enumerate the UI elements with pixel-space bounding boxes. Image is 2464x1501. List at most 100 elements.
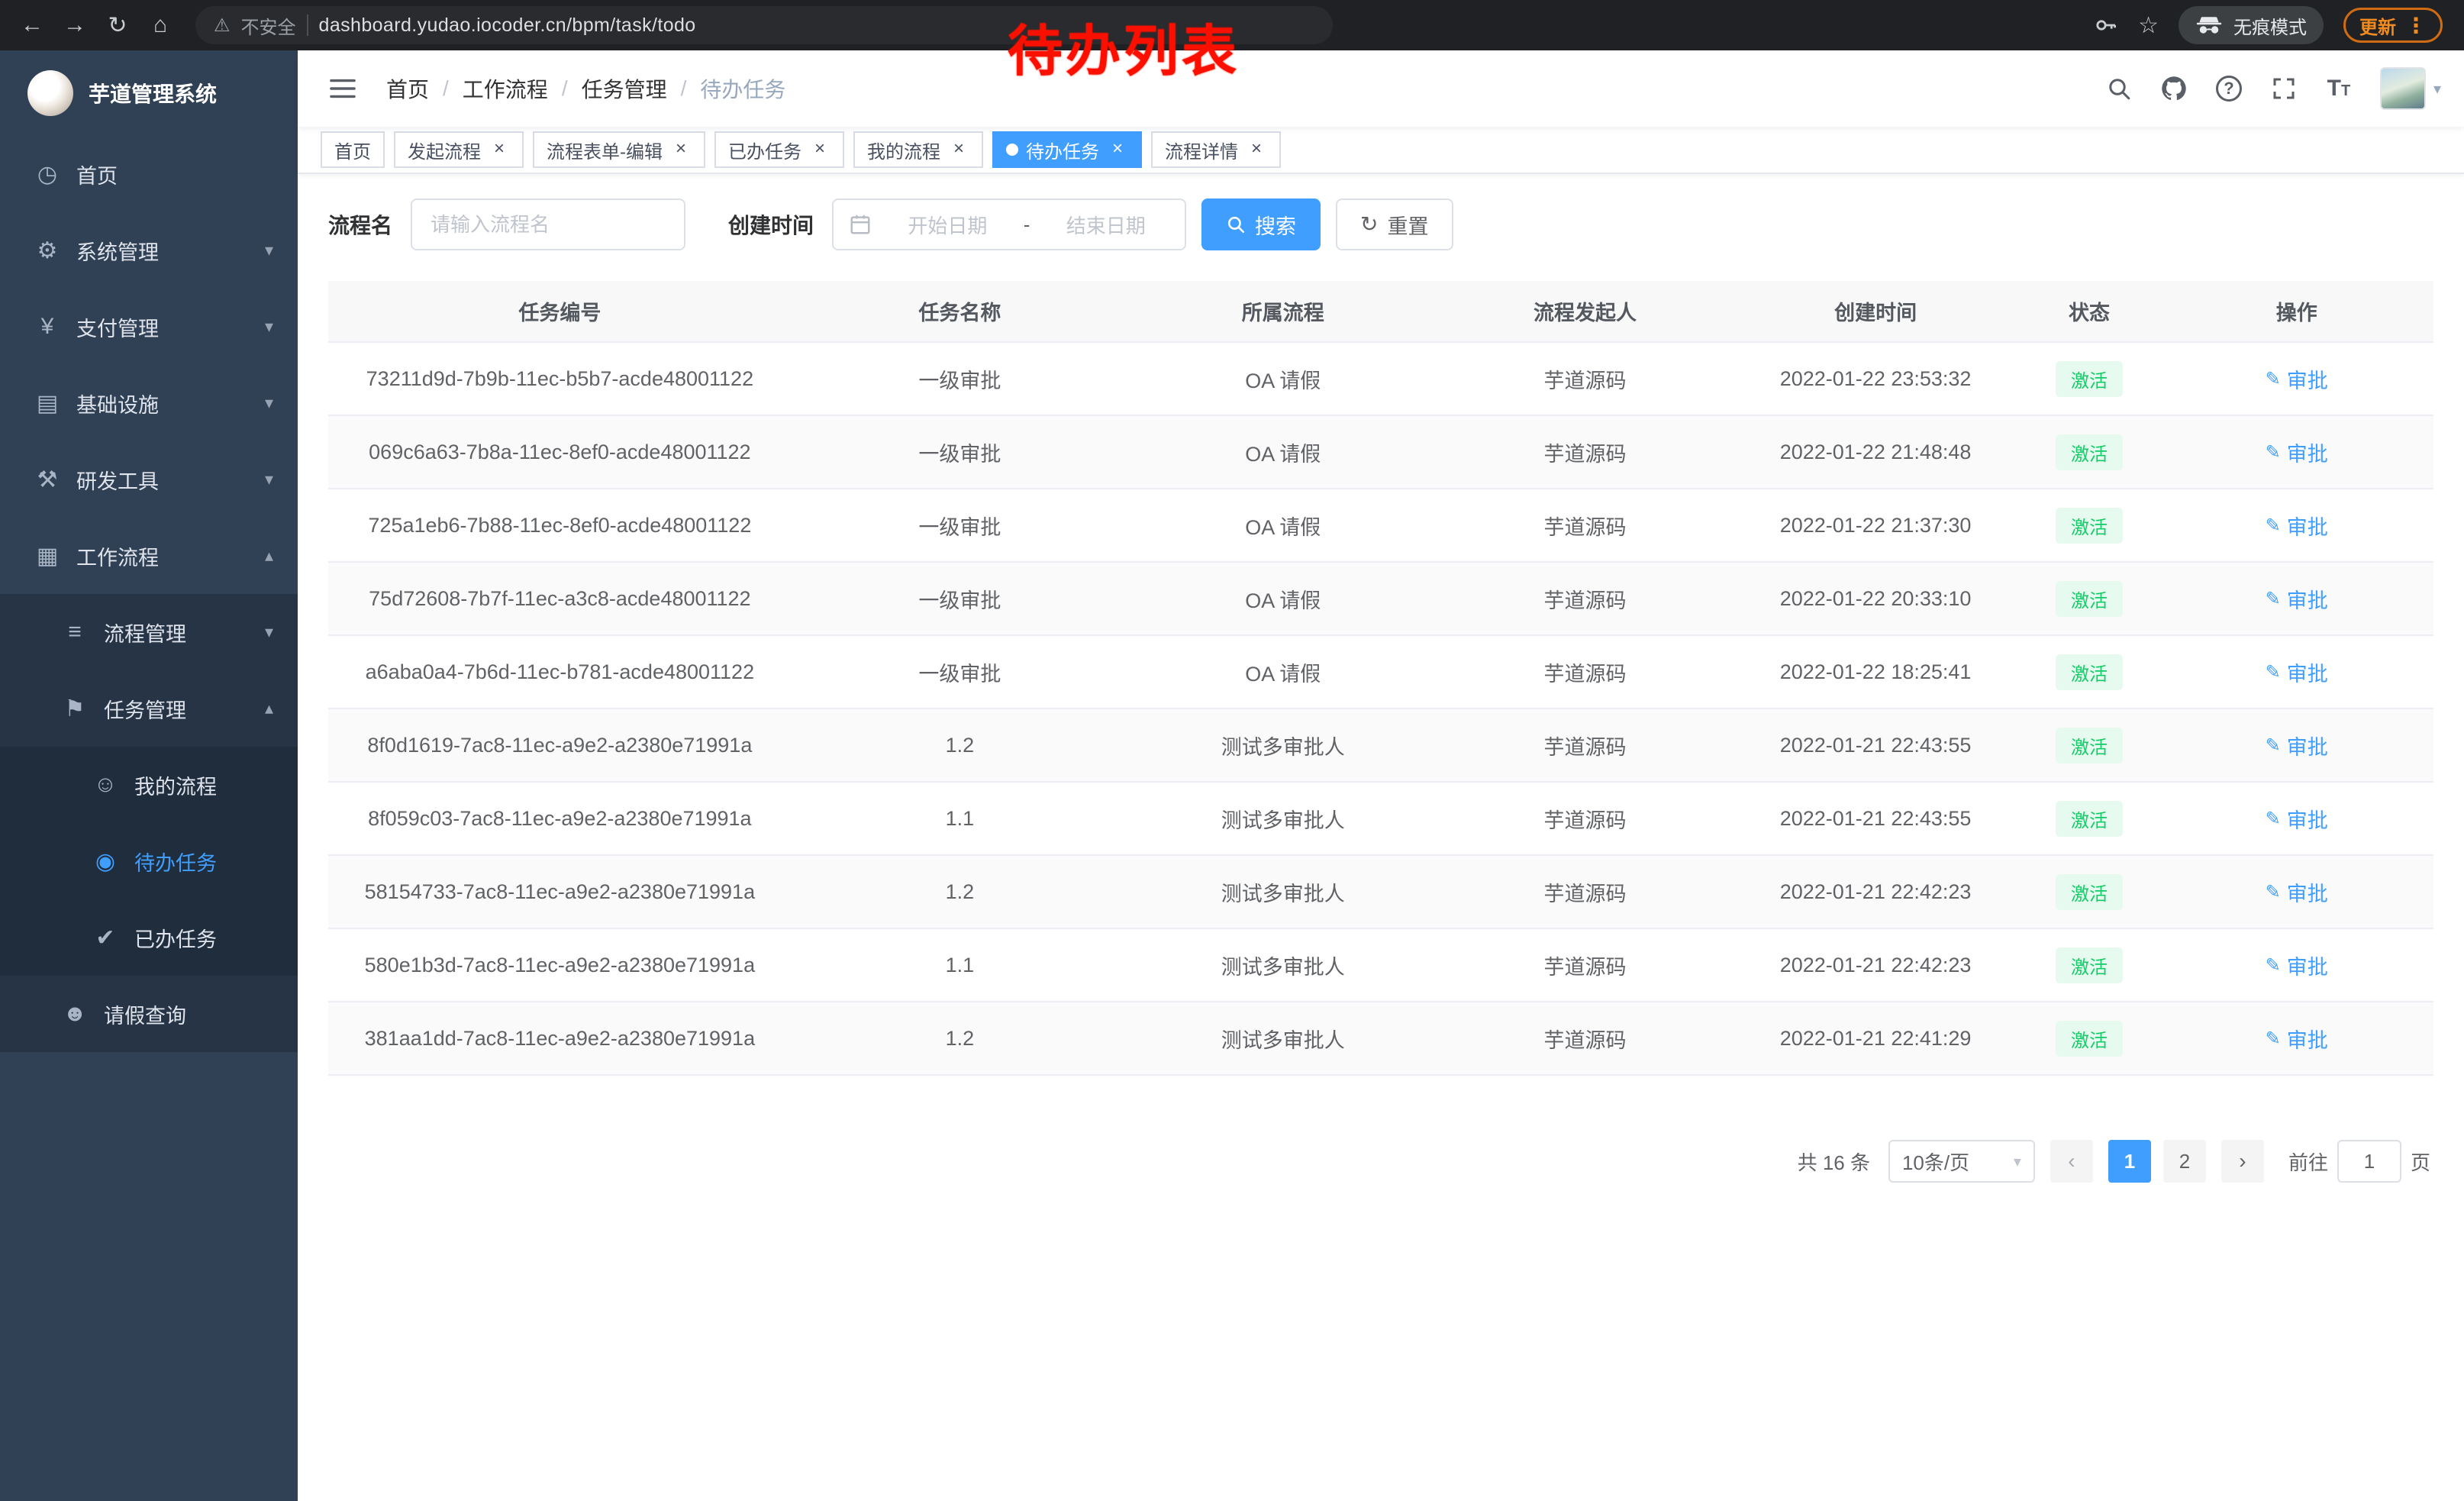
cell-name: 1.1 <box>792 782 1128 855</box>
column-header: 任务编号 <box>328 281 792 342</box>
approve-link[interactable]: ✎审批 <box>2266 1024 2328 1054</box>
tag-item[interactable]: 首页 <box>321 131 385 168</box>
sidebar-item-infra[interactable]: ▤基础设施▾ <box>0 365 298 441</box>
sidebar-item-workflow[interactable]: ▦工作流程▴ <box>0 518 298 594</box>
goto-suffix: 页 <box>2411 1148 2430 1176</box>
sidebar-item-home[interactable]: ◷首页 <box>0 136 298 212</box>
cell-action: ✎审批 <box>2159 709 2433 782</box>
cell-id: 8f059c03-7ac8-11ec-a9e2-a2380e71991a <box>328 782 792 855</box>
sidebar-item-payment[interactable]: ¥支付管理▾ <box>0 289 298 365</box>
sidebar-item-task-mgmt[interactable]: ⚑任务管理▴ <box>0 670 298 747</box>
cell-name: 一级审批 <box>792 489 1128 562</box>
chevron-down-icon: ▾ <box>265 393 273 413</box>
approve-link[interactable]: ✎审批 <box>2266 731 2328 760</box>
close-icon[interactable]: × <box>1246 139 1267 160</box>
approve-link[interactable]: ✎审批 <box>2266 951 2328 980</box>
column-header: 创建时间 <box>1733 281 2019 342</box>
fullscreen-icon[interactable] <box>2258 61 2310 116</box>
approve-link[interactable]: ✎审批 <box>2266 437 2328 467</box>
approve-link[interactable]: ✎审批 <box>2266 511 2328 541</box>
pen-icon: ✎ <box>2266 881 2281 903</box>
page-size-select[interactable]: 10条/页 ▾ <box>1888 1140 2035 1183</box>
calendar-icon <box>849 213 872 236</box>
tag-label: 首页 <box>334 137 371 163</box>
github-icon[interactable] <box>2148 61 2200 116</box>
approve-link[interactable]: ✎审批 <box>2266 804 2328 834</box>
key-icon[interactable] <box>2094 13 2118 37</box>
table-row: 8f059c03-7ac8-11ec-a9e2-a2380e71991a1.1测… <box>328 782 2433 855</box>
prev-page-button[interactable]: ‹ <box>2050 1140 2093 1183</box>
chevron-up-icon: ▴ <box>265 699 273 718</box>
close-icon[interactable]: × <box>948 139 969 160</box>
forward-icon[interactable]: → <box>55 5 95 45</box>
browser-menu-icon[interactable]: ⋮ <box>2405 13 2427 38</box>
sidebar-item-leave-query[interactable]: ☻请假查询 <box>0 976 298 1052</box>
reset-button[interactable]: ↻ 重置 <box>1336 199 1453 250</box>
cell-id: 75d72608-7b7f-11ec-a3c8-acde48001122 <box>328 562 792 635</box>
page-button[interactable]: 1 <box>2108 1140 2151 1183</box>
sidebar-item-my-process[interactable]: ☺我的流程 <box>0 747 298 823</box>
sidebar-item-todo-task[interactable]: ◉待办任务 <box>0 823 298 899</box>
table-row: 725a1eb6-7b88-11ec-8ef0-acde48001122一级审批… <box>328 489 2433 562</box>
approve-label: 审批 <box>2287 437 2328 467</box>
font-size-icon[interactable]: TT <box>2313 61 2365 116</box>
approve-link[interactable]: ✎审批 <box>2266 657 2328 687</box>
approve-link[interactable]: ✎审批 <box>2266 364 2328 394</box>
close-icon[interactable]: × <box>489 139 510 160</box>
tag-item[interactable]: 流程表单-编辑× <box>533 131 705 168</box>
tag-item[interactable]: 我的流程× <box>853 131 983 168</box>
update-button[interactable]: 更新 ⋮ <box>2343 8 2443 43</box>
app-title: 芋道管理系统 <box>89 78 217 108</box>
close-icon[interactable]: × <box>809 139 830 160</box>
table-body: 73211d9d-7b9b-11ec-b5b7-acde48001122一级审批… <box>328 342 2433 1075</box>
question-icon: ? <box>2216 76 2242 102</box>
sidebar-item-label: 我的流程 <box>134 770 217 800</box>
back-icon[interactable]: ← <box>12 5 52 45</box>
process-name-input[interactable] <box>411 199 685 250</box>
breadcrumb-item[interactable]: 工作流程 <box>463 73 548 104</box>
hamburger-icon[interactable] <box>321 72 365 105</box>
avatar-image <box>2380 67 2426 110</box>
sidebar-item-system[interactable]: ⚙系统管理▾ <box>0 212 298 289</box>
sidebar-item-done-task[interactable]: ✔已办任务 <box>0 899 298 976</box>
infra-icon: ▤ <box>31 390 64 417</box>
logo-row[interactable]: 芋道管理系统 <box>0 50 298 136</box>
update-label: 更新 <box>2359 12 2396 39</box>
bookmark-star-icon[interactable]: ☆ <box>2138 12 2159 39</box>
cell-name: 1.2 <box>792 1002 1128 1075</box>
date-range-picker[interactable]: 开始日期 - 结束日期 <box>832 199 1186 250</box>
home-icon[interactable]: ⌂ <box>140 5 180 45</box>
address-bar[interactable]: ⚠ 不安全 dashboard.yudao.iocoder.cn/bpm/tas… <box>195 6 1333 44</box>
cell-starter: 芋道源码 <box>1437 709 1732 782</box>
breadcrumb-item[interactable]: 任务管理 <box>582 73 667 104</box>
approve-label: 审批 <box>2287 511 2328 541</box>
next-page-button[interactable]: › <box>2221 1140 2264 1183</box>
breadcrumb-item[interactable]: 首页 <box>386 73 429 104</box>
tag-item[interactable]: 发起流程× <box>394 131 524 168</box>
close-icon[interactable]: × <box>1107 139 1128 160</box>
cell-id: 725a1eb6-7b88-11ec-8ef0-acde48001122 <box>328 489 792 562</box>
cell-name: 1.2 <box>792 855 1128 928</box>
approve-link[interactable]: ✎审批 <box>2266 877 2328 907</box>
cell-process: OA 请假 <box>1128 489 1437 562</box>
tag-item[interactable]: 流程详情× <box>1151 131 1281 168</box>
tag-item[interactable]: 已办任务× <box>714 131 844 168</box>
sidebar-item-label: 任务管理 <box>104 694 186 724</box>
start-date-placeholder: 开始日期 <box>884 211 1011 239</box>
sidebar-item-devtools[interactable]: ⚒研发工具▾ <box>0 441 298 518</box>
help-icon[interactable]: ? <box>2203 61 2255 116</box>
pen-icon: ✎ <box>2266 661 2281 683</box>
security-label: 不安全 <box>241 12 296 39</box>
refresh-icon[interactable]: ↻ <box>98 5 137 45</box>
user-avatar[interactable]: ▾ <box>2380 67 2441 110</box>
page-button[interactable]: 2 <box>2163 1140 2206 1183</box>
search-button-icon <box>1226 215 1246 234</box>
search-button[interactable]: 搜索 <box>1201 199 1321 250</box>
search-icon[interactable] <box>2093 61 2145 116</box>
close-icon[interactable]: × <box>670 139 692 160</box>
status-badge: 激活 <box>2056 1021 2123 1057</box>
sidebar-item-process-mgmt[interactable]: ≡流程管理▾ <box>0 594 298 670</box>
tag-item[interactable]: 待办任务× <box>992 131 1142 168</box>
approve-link[interactable]: ✎审批 <box>2266 584 2328 614</box>
goto-page-input[interactable] <box>2337 1140 2401 1183</box>
